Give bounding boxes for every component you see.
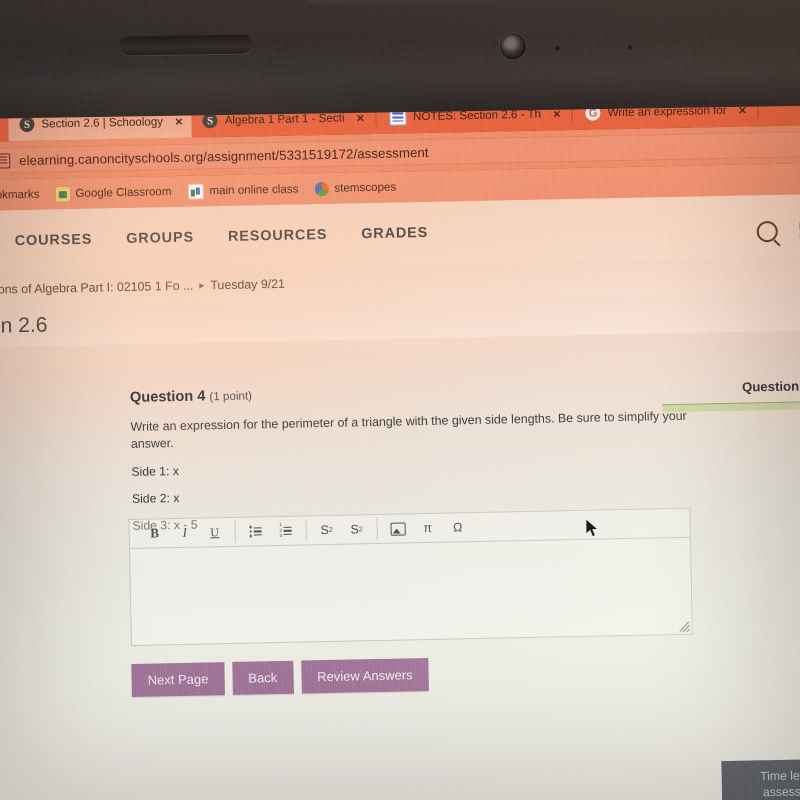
page-title: tion 2.6 (0, 313, 48, 338)
answer-input[interactable] (130, 538, 692, 645)
toolbar-divider (376, 517, 378, 541)
timer-line-1: Time left f (760, 768, 800, 784)
url-text: elearning.canoncityschools.org/assignmen… (19, 144, 429, 168)
chart-icon (187, 182, 204, 200)
nav-item-grades[interactable]: GRADES (361, 225, 428, 242)
bezel-texture (0, 0, 800, 119)
webcam-icon (499, 33, 527, 60)
microphone-hole-icon (554, 45, 561, 51)
tab-title: Section 2.6 | Schoology (41, 115, 164, 131)
microphone-hole-icon (627, 45, 633, 50)
google-classroom-icon (55, 186, 70, 201)
nav-item-groups[interactable]: GROUPS (126, 230, 194, 247)
question-points: (1 point) (209, 389, 253, 404)
laptop-latch (119, 34, 253, 56)
toolbar-divider (234, 520, 236, 543)
bookmark-label: Google Classroom (75, 185, 172, 200)
bulleted-list-icon[interactable] (240, 518, 271, 545)
insert-image-icon[interactable] (382, 515, 413, 542)
schoology-icon (202, 113, 218, 129)
page-info-icon[interactable] (0, 152, 11, 169)
question-heading: Question 4 (1 point) (130, 378, 730, 406)
question-prompt: Write an expression for the perimeter of… (130, 408, 687, 451)
browser-window: × Section 2.6 | Schoology × Algebra 1 Pa… (0, 84, 800, 800)
breadcrumb-separator: ▸ (199, 279, 205, 292)
answer-editor: B I U 123 S 2 S 2 π Ω (128, 507, 693, 646)
nav-item-resources[interactable]: RESOURCES (228, 227, 328, 245)
side-length-1: Side 1: x (131, 464, 180, 480)
side-length-2: Side 2: x (131, 491, 180, 507)
timer-line-2: assessm (762, 784, 800, 800)
underline-icon[interactable]: U (199, 519, 230, 546)
resize-handle[interactable] (679, 621, 690, 632)
bold-icon[interactable]: B (139, 520, 170, 547)
laptop-screen-photo: × Section 2.6 | Schoology × Algebra 1 Pa… (0, 0, 800, 800)
bezel-highlight (309, 0, 800, 6)
math-pi-icon[interactable]: π (412, 515, 443, 542)
subscript-icon[interactable]: S2 (341, 516, 372, 543)
bookmark-item-0[interactable]: ls Bookmarks (0, 188, 40, 202)
schoology-icon (19, 116, 35, 133)
italic-icon[interactable]: I (169, 520, 200, 547)
close-icon[interactable]: × (175, 114, 183, 129)
laptop-bezel (0, 0, 800, 119)
breadcrumb-course[interactable]: dations of Algebra Part I: 02105 1 Fo ..… (0, 279, 193, 297)
superscript-icon[interactable]: S2 (311, 517, 342, 544)
schoology-app: COURSES GROUPS RESOURCES GRADES dations … (0, 193, 800, 800)
navigation-buttons: Next Page Back Review Answers (131, 657, 429, 697)
search-icon[interactable] (756, 220, 778, 243)
bookmark-label: stemscopes (334, 180, 397, 195)
next-page-button[interactable]: Next Page (131, 662, 225, 697)
numbered-list-icon[interactable]: 123 (270, 518, 301, 545)
assessment-content: Question 4 o Question 4 (1 point) Write … (0, 329, 800, 800)
nav-item-courses[interactable]: COURSES (15, 232, 93, 250)
review-answers-button[interactable]: Review Answers (300, 657, 429, 694)
toolbar-divider (305, 519, 307, 542)
bookmark-item-3[interactable]: stemscopes (314, 180, 396, 196)
stemscopes-icon (314, 181, 329, 196)
bookmark-item-2[interactable]: main online class (187, 181, 299, 200)
breadcrumb-date[interactable]: Tuesday 9/21 (210, 277, 285, 292)
timer-panel: Time left f assessm (721, 758, 800, 800)
special-character-omega-icon[interactable]: Ω (442, 514, 473, 541)
bookmark-label: ls Bookmarks (0, 187, 40, 202)
question-label: Question 4 (129, 388, 206, 406)
bookmark-label: main online class (209, 182, 299, 198)
bookmark-item-1[interactable]: Google Classroom (55, 185, 172, 201)
back-button[interactable]: Back (231, 660, 294, 695)
